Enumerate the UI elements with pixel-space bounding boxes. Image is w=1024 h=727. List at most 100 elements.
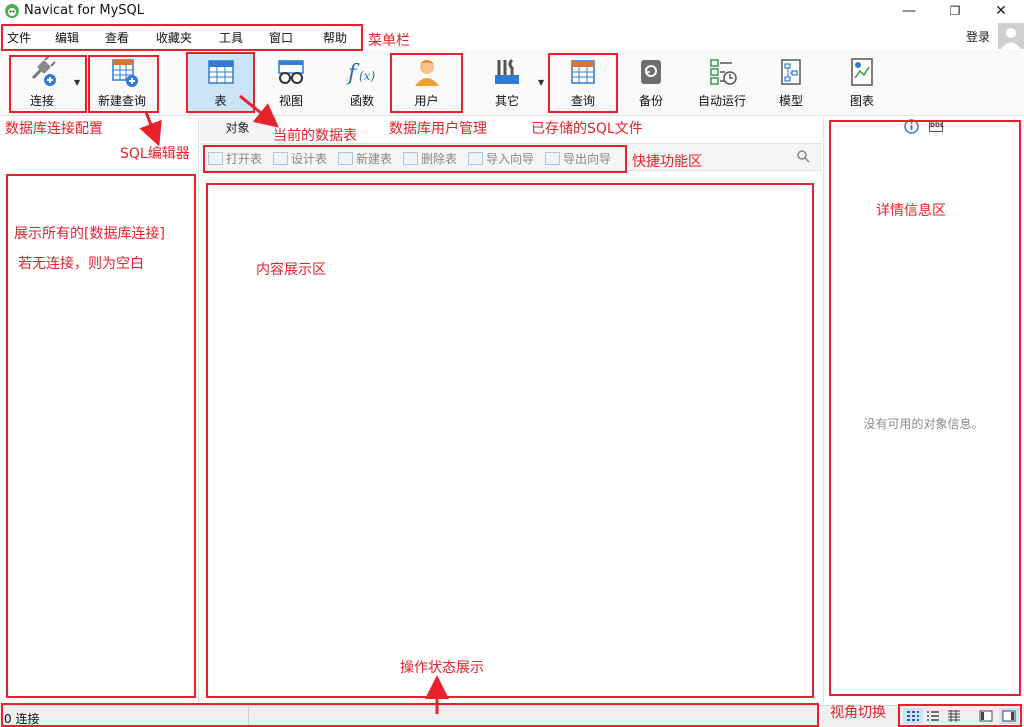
connection-tree-panel[interactable]: [0, 117, 199, 705]
annotation-current-tables: 当前的数据表: [273, 128, 357, 144]
query-button[interactable]: 查询: [551, 54, 615, 112]
info-empty-text: 没有可用的对象信息。: [863, 417, 984, 431]
delete-table-label: 删除表: [421, 152, 458, 166]
annotation-connection-config: 数据库连接配置: [5, 121, 103, 137]
search-icon[interactable]: [796, 149, 810, 163]
connect-dropdown-icon[interactable]: ▼: [74, 78, 80, 87]
automation-checklist-icon: [710, 59, 737, 85]
left-pane-icon: [979, 710, 993, 722]
annotation-left-line2: 若无连接，则为空白: [18, 256, 144, 272]
menu-edit[interactable]: 编辑: [55, 29, 79, 46]
menu-favorites[interactable]: 收藏夹: [156, 29, 192, 46]
open-table-button[interactable]: 打开表: [208, 150, 262, 167]
table-button[interactable]: 表: [188, 54, 253, 112]
minimize-button[interactable]: —: [886, 0, 932, 22]
export-wizard-icon: [545, 152, 560, 165]
window-title: Navicat for MySQL: [24, 3, 144, 18]
detail-view-button[interactable]: [944, 708, 964, 724]
query-label: 查询: [570, 94, 595, 108]
import-wizard-button[interactable]: 导入向导: [468, 150, 534, 167]
model-button[interactable]: 模型: [764, 54, 818, 112]
new-query-label: 新建查询: [97, 94, 146, 108]
annotation-quick-function-area: 快捷功能区: [632, 154, 702, 170]
new-query-button[interactable]: 新建查询: [90, 54, 154, 112]
automation-label: 自动运行: [697, 94, 746, 108]
table-label: 表: [214, 94, 227, 108]
new-table-button[interactable]: 新建表: [338, 150, 392, 167]
user-icon: [414, 60, 439, 86]
model-icon: [781, 59, 801, 85]
annotation-sql-editor: SQL编辑器: [120, 146, 190, 162]
plug-icon: [31, 56, 56, 86]
other-button[interactable]: 其它: [478, 54, 536, 112]
toggle-right-pane-button[interactable]: [999, 708, 1019, 724]
import-wizard-icon: [468, 152, 483, 165]
annotation-view-switch: 视角切换: [830, 705, 886, 721]
annotation-content-area: 内容展示区: [256, 262, 326, 278]
toggle-left-pane-button[interactable]: [976, 708, 996, 724]
svg-text:f: f: [346, 61, 360, 86]
status-divider: [248, 706, 249, 726]
login-link[interactable]: 登录: [966, 28, 990, 45]
annotation-user-management: 数据库用户管理: [389, 121, 487, 137]
grid-view-icon: [907, 711, 919, 721]
connect-button[interactable]: 连接: [12, 54, 72, 112]
menu-tools[interactable]: 工具: [219, 29, 243, 46]
view-label: 视图: [278, 94, 303, 108]
menu-file[interactable]: 文件: [7, 29, 31, 46]
function-button[interactable]: f (x) 函数: [333, 54, 391, 112]
backup-icon: [641, 60, 661, 84]
menu-help[interactable]: 帮助: [323, 29, 347, 46]
info-icon[interactable]: [904, 119, 919, 134]
new-query-icon: [112, 59, 138, 87]
navicat-logo-icon: [5, 4, 19, 18]
design-table-button[interactable]: 设计表: [273, 150, 327, 167]
view-glasses-icon: [278, 60, 304, 84]
function-fx-icon: f (x): [346, 61, 375, 86]
user-button[interactable]: 用户: [393, 54, 460, 112]
import-wizard-label: 导入向导: [486, 152, 535, 166]
ddl-icon[interactable]: DDL: [929, 120, 944, 132]
backup-button[interactable]: 备份: [622, 54, 680, 112]
model-label: 模型: [778, 94, 803, 108]
content-area[interactable]: [200, 172, 822, 705]
detail-view-icon: [948, 710, 960, 722]
chart-button[interactable]: 图表: [834, 54, 890, 112]
tools-icon: [495, 58, 519, 84]
automation-button[interactable]: 自动运行: [691, 54, 753, 112]
menu-window[interactable]: 窗口: [269, 29, 293, 46]
annotation-saved-sql: 已存储的SQL文件: [531, 121, 643, 137]
open-table-label: 打开表: [226, 152, 263, 166]
chart-icon: [851, 58, 873, 86]
list-view-icon: [927, 711, 939, 721]
connection-count-status: 0 连接: [4, 712, 40, 726]
other-label: 其它: [494, 94, 519, 108]
delete-table-icon: [403, 152, 418, 165]
tab-objects[interactable]: 对象: [200, 117, 276, 141]
maximize-button[interactable]: ❐: [932, 0, 978, 22]
avatar[interactable]: [998, 23, 1024, 49]
other-dropdown-icon[interactable]: ▼: [538, 78, 544, 87]
export-wizard-button[interactable]: 导出向导: [545, 150, 611, 167]
svg-text:(x): (x): [359, 69, 375, 83]
grid-view-button[interactable]: [903, 708, 923, 724]
list-view-button[interactable]: [923, 708, 943, 724]
delete-table-button[interactable]: 删除表: [403, 150, 457, 167]
annotation-detail-area: 详情信息区: [876, 203, 946, 219]
title-bar: [0, 0, 1024, 22]
export-wizard-label: 导出向导: [563, 152, 612, 166]
connect-label: 连接: [29, 94, 54, 108]
chart-label: 图表: [849, 94, 874, 108]
table-icon: [207, 60, 234, 84]
backup-label: 备份: [638, 94, 663, 108]
query-icon: [571, 60, 595, 84]
view-button[interactable]: 视图: [262, 54, 320, 112]
open-table-icon: [208, 152, 223, 165]
menu-view[interactable]: 查看: [105, 29, 129, 46]
right-pane-icon: [1002, 710, 1016, 722]
new-table-label: 新建表: [356, 152, 393, 166]
design-table-icon: [273, 152, 288, 165]
menu-bar: [0, 22, 1024, 50]
annotation-left-line1: 展示所有的[数据库连接]: [14, 226, 165, 242]
close-button[interactable]: ✕: [978, 0, 1024, 22]
